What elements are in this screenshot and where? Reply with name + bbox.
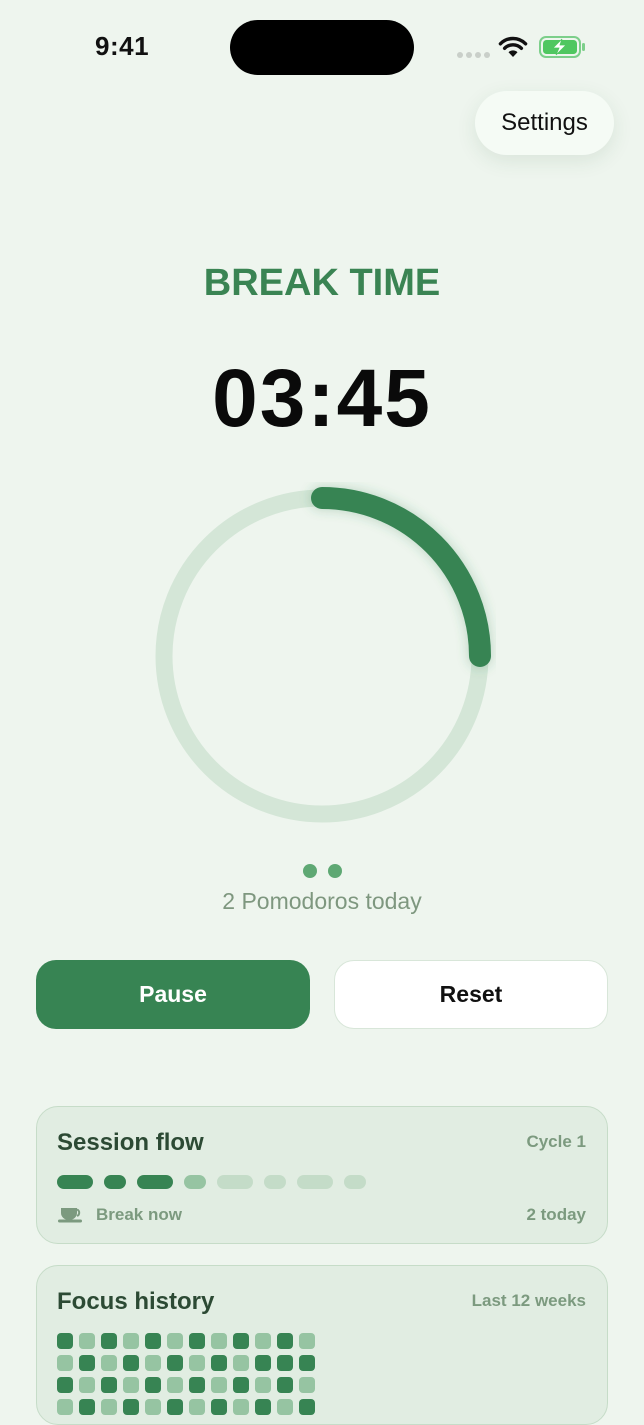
history-cell — [189, 1333, 205, 1349]
cycle-label: Cycle 1 — [526, 1132, 586, 1151]
history-cell — [167, 1377, 183, 1393]
history-cell — [57, 1377, 73, 1393]
history-cell — [211, 1355, 227, 1371]
progress-ring — [155, 485, 493, 823]
history-cell — [233, 1377, 249, 1393]
pomodoro-dots — [0, 864, 644, 878]
status-bar: 9:41 — [0, 0, 644, 96]
history-cell — [277, 1355, 293, 1371]
session-flow-card: Session flow Cycle 1 Break now 2 today — [36, 1106, 608, 1244]
history-cell — [145, 1377, 161, 1393]
history-cell — [189, 1399, 205, 1415]
history-cell — [101, 1355, 117, 1371]
pomodoro-dot — [327, 864, 342, 878]
history-cell — [211, 1399, 227, 1415]
pause-button[interactable]: Pause — [36, 960, 310, 1029]
history-cell — [79, 1399, 95, 1415]
session-flow-segment — [104, 1175, 126, 1189]
session-flow-segment — [297, 1175, 333, 1189]
pomodoro-count-text: 2 Pomodoros today — [222, 888, 422, 914]
session-flow-segment — [184, 1175, 206, 1189]
history-cell — [123, 1377, 139, 1393]
history-cell — [299, 1355, 315, 1371]
history-cell — [299, 1333, 315, 1349]
history-cell — [167, 1355, 183, 1371]
history-cell — [57, 1355, 73, 1371]
history-cell — [123, 1399, 139, 1415]
history-range-label: Last 12 weeks — [471, 1291, 586, 1310]
history-cell — [167, 1333, 183, 1349]
history-cell — [145, 1355, 161, 1371]
session-flow-title: Session flow — [57, 1129, 204, 1156]
history-cell — [101, 1333, 117, 1349]
focus-history-card: Focus history Last 12 weeks — [36, 1265, 608, 1425]
reset-button[interactable]: Reset — [334, 960, 608, 1029]
battery-charging-icon — [539, 36, 585, 58]
history-cell — [101, 1399, 117, 1415]
break-now-label: Break now — [96, 1205, 182, 1224]
history-cell — [79, 1377, 95, 1393]
coffee-cup-icon — [58, 1208, 82, 1223]
focus-history-grid — [57, 1333, 315, 1415]
history-cell — [57, 1333, 73, 1349]
history-cell — [299, 1399, 315, 1415]
history-cell — [167, 1399, 183, 1415]
today-count: 2 today — [526, 1205, 586, 1224]
session-flow-segment — [217, 1175, 253, 1189]
history-cell — [145, 1399, 161, 1415]
pomodoro-dot — [302, 864, 317, 878]
history-cell — [255, 1355, 271, 1371]
dynamic-island — [230, 20, 414, 75]
history-cell — [277, 1399, 293, 1415]
history-cell — [299, 1377, 315, 1393]
history-cell — [79, 1355, 95, 1371]
progress-ring-arc — [311, 487, 491, 667]
session-flow-segment — [344, 1175, 366, 1189]
history-cell — [189, 1377, 205, 1393]
history-cell — [233, 1333, 249, 1349]
status-time: 9:41 — [95, 31, 150, 61]
history-cell — [211, 1333, 227, 1349]
history-cell — [233, 1355, 249, 1371]
focus-history-title: Focus history — [57, 1288, 215, 1315]
history-cell — [101, 1377, 117, 1393]
history-cell — [57, 1399, 73, 1415]
history-cell — [233, 1399, 249, 1415]
timer-readout: 03:45 — [212, 353, 432, 444]
wifi-icon — [498, 36, 528, 57]
session-flow-segment — [264, 1175, 286, 1189]
history-cell — [189, 1355, 205, 1371]
history-cell — [277, 1333, 293, 1349]
cellular-signal-icon — [457, 52, 491, 58]
history-cell — [255, 1377, 271, 1393]
history-cell — [79, 1333, 95, 1349]
history-cell — [277, 1377, 293, 1393]
history-cell — [123, 1355, 139, 1371]
settings-button[interactable]: Settings — [475, 91, 614, 155]
session-flow-segment — [57, 1175, 93, 1189]
history-cell — [255, 1399, 271, 1415]
session-flow-segment — [137, 1175, 173, 1189]
history-cell — [211, 1377, 227, 1393]
mode-title: BREAK TIME — [203, 262, 441, 304]
history-cell — [123, 1333, 139, 1349]
history-cell — [255, 1333, 271, 1349]
history-cell — [145, 1333, 161, 1349]
